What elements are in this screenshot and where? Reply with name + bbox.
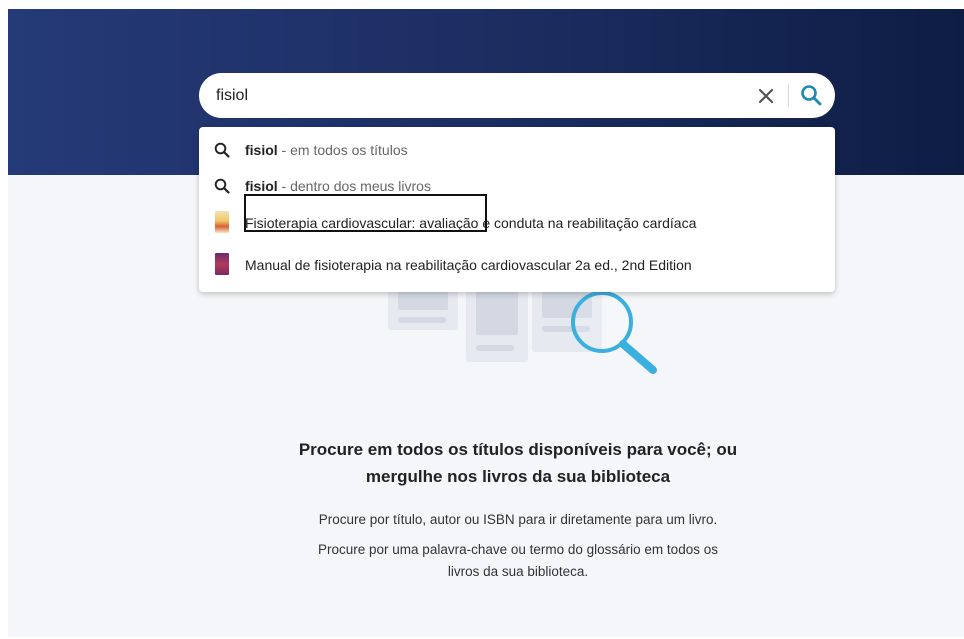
empty-state-title-line: mergulhe nos livros da sua biblioteca [365,467,671,486]
close-icon [758,88,774,104]
search-icon [214,142,230,158]
suggestion-scope: - dentro dos meus livros [277,178,431,194]
empty-state-text: Procure por uma palavra-chave ou termo d… [200,539,836,583]
empty-state-text-line: Procure por uma palavra-chave ou termo d… [318,542,718,557]
book-title: Manual de fisioterapia na reabilitação c… [245,257,692,273]
empty-state-text-line: livros da sua biblioteca. [447,564,589,579]
suggestion-query: fisiol [245,178,278,194]
clipped-heading [0,0,964,9]
search-button[interactable] [799,83,823,107]
search-divider [788,84,789,107]
empty-state-title-line: Procure em todos os títulos disponíveis … [298,440,738,459]
suggestion-my-books[interactable]: fisiol - dentro dos meus livros [199,168,835,204]
book-suggestion[interactable]: Manual de fisioterapia na reabilitação c… [199,247,835,283]
search-bar [199,73,835,118]
book-suggestion[interactable]: Fisioterapia cardiovascular: avaliação e… [199,205,835,241]
clear-button[interactable] [755,85,777,107]
empty-state-text: Procure por título, autor ou ISBN para i… [318,512,718,527]
book-cover-icon [215,211,229,233]
empty-state-title: Procure em todos os títulos disponíveis … [200,436,836,490]
search-input[interactable] [216,86,736,105]
page: fisiol - em todos os títulos fisiol - de… [0,0,964,639]
suggestion-all-titles[interactable]: fisiol - em todos os títulos [199,132,835,168]
suggestion-query: fisiol [245,142,278,158]
search-illustration-icon [388,280,657,374]
search-icon [214,178,230,194]
suggestions-dropdown: fisiol - em todos os títulos fisiol - de… [199,127,835,292]
book-cover-icon [215,253,229,275]
book-title: Fisioterapia cardiovascular: avaliação e… [245,215,697,231]
suggestion-scope: - em todos os títulos [277,142,408,158]
search-icon [801,85,822,106]
